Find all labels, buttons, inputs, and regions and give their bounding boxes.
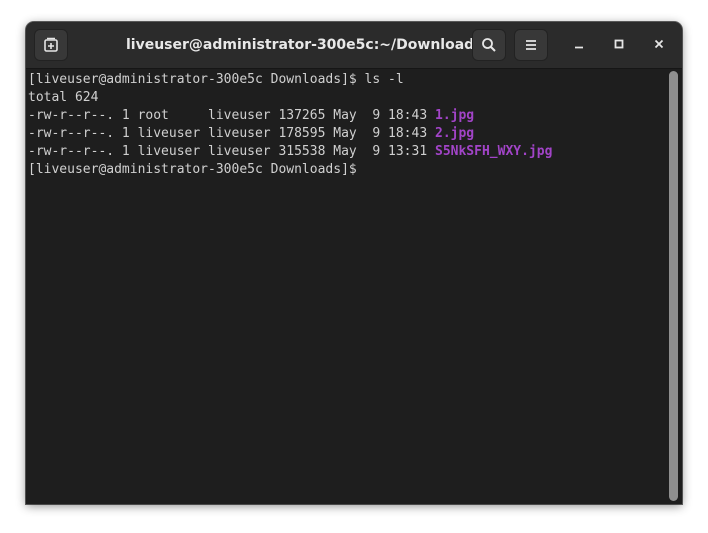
window-title: liveuser@administrator-300e5c:~/Download… [126,37,483,53]
search-button[interactable] [472,29,506,61]
command: ls -l [364,72,404,87]
file-entry: -rw-r--r--. 1 liveuser liveuser 178595 M… [28,125,666,143]
menu-button[interactable] [514,29,548,61]
maximize-icon [613,37,625,55]
header-bar: liveuser@administrator-300e5c:~/Download… [26,22,682,69]
text-cursor [365,161,373,176]
close-button[interactable] [647,34,671,58]
file-name: 1.jpg [435,108,475,123]
maximize-button[interactable] [607,34,631,58]
file-entry: -rw-r--r--. 1 root liveuser 137265 May 9… [28,107,666,125]
search-icon [481,37,497,53]
vertical-scrollbar[interactable] [669,71,678,501]
file-meta: -rw-r--r--. 1 liveuser liveuser 178595 M… [28,126,435,141]
file-meta: -rw-r--r--. 1 liveuser liveuser 315538 M… [28,144,435,159]
terminal-window: liveuser@administrator-300e5c:~/Download… [26,22,682,504]
current-prompt-line[interactable]: [liveuser@administrator-300e5c Downloads… [28,161,666,179]
total-line: total 624 [28,90,99,105]
file-name: S5NkSFH_WXY.jpg [435,144,553,159]
file-entry: -rw-r--r--. 1 liveuser liveuser 315538 M… [28,143,666,161]
new-tab-icon [43,37,59,53]
file-meta: -rw-r--r--. 1 root liveuser 137265 May 9… [28,108,435,123]
file-name: 2.jpg [435,126,475,141]
hamburger-menu-icon [523,37,539,53]
prompt: [liveuser@administrator-300e5c Downloads… [28,162,365,177]
minimize-button[interactable] [567,34,591,58]
command-line: [liveuser@administrator-300e5c Downloads… [28,71,666,89]
terminal-output[interactable]: [liveuser@administrator-300e5c Downloads… [26,69,666,504]
new-tab-button[interactable] [34,29,68,61]
close-icon [653,37,665,55]
minimize-icon [573,37,585,55]
prompt: [liveuser@administrator-300e5c Downloads… [28,72,365,87]
